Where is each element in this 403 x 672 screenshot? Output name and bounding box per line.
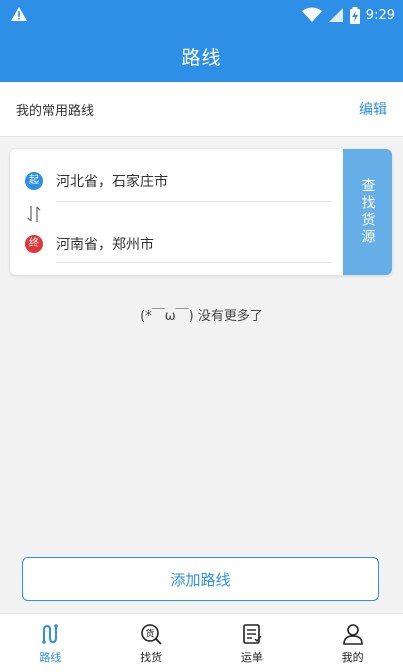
route-destination: 河南省，郑州市 [56, 237, 154, 253]
find-goods-icon: 货 [141, 624, 162, 645]
section-title: 我的常用路线 [16, 104, 95, 119]
edit-button[interactable]: 编辑 [359, 99, 387, 119]
divider [56, 201, 332, 202]
page-title: 路线 [0, 30, 403, 82]
tab-label: 我的 [341, 651, 364, 664]
tab-profile[interactable]: 我的 [302, 614, 403, 672]
add-route-button[interactable]: 添加路线 [22, 557, 379, 601]
start-badge: 起 [25, 172, 43, 190]
find-goods-label: 查找货源 [359, 178, 376, 246]
status-bar: 9:29 [0, 0, 403, 30]
swap-direction-icon[interactable] [26, 204, 42, 224]
profile-icon [342, 624, 363, 645]
divider [56, 262, 332, 263]
tab-label: 路线 [39, 651, 62, 664]
svg-text:货: 货 [146, 628, 155, 640]
find-goods-button[interactable]: 查找货源 [343, 149, 392, 275]
tab-label: 运单 [240, 651, 263, 664]
signal-icon [328, 8, 343, 22]
battery-icon [349, 6, 360, 24]
tab-waybill[interactable]: 运单 [202, 614, 303, 672]
waybill-icon [243, 624, 262, 644]
tab-find-goods[interactable]: 货 找货 [101, 614, 202, 672]
common-routes-header: 我的常用路线 编辑 [0, 82, 403, 137]
tab-route[interactable]: 路线 [0, 614, 101, 672]
route-card[interactable]: 起 河北省，石家庄市 终 河南省，郑州市 查找货源 [10, 149, 392, 275]
route-icon [42, 624, 59, 644]
end-badge: 终 [25, 235, 43, 253]
bottom-tab-bar: 路线 货 找货 运单 我的 [0, 613, 403, 672]
route-origin: 河北省，石家庄市 [56, 174, 168, 190]
wifi-icon [301, 7, 322, 22]
tab-label: 找货 [140, 651, 163, 664]
warning-icon [11, 7, 27, 21]
status-time: 9:29 [365, 7, 395, 23]
no-more-text: (*￣ω￣) 没有更多了 [140, 309, 263, 324]
